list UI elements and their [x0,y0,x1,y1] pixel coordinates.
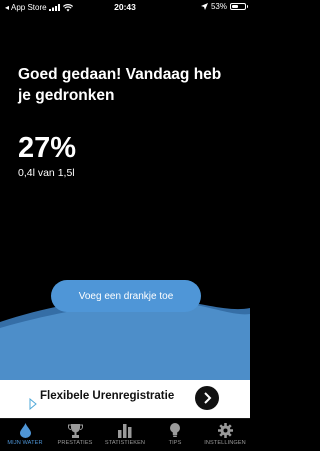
ad-arrow-button[interactable] [195,386,219,410]
chevron-right-icon [204,392,212,404]
tab-label: MIJN WATER [7,440,43,446]
status-right: 53% [200,2,248,11]
tab-label: TIPS [168,440,182,446]
add-drink-button[interactable]: Voeg een drankje toe [51,280,201,312]
tab-label: STATISTIEKEN [104,440,146,446]
ad-info-icon[interactable] [29,398,37,410]
status-bar: ◂ App Store 20:43 53% [0,0,250,14]
lightbulb-icon [170,423,180,437]
intake-amount: 0,4l van 1,5l [18,167,75,179]
tab-bar: MIJN WATER PRESTATIES STATISTIEKEN TIPS … [0,418,250,451]
battery-level [232,5,239,8]
tab-statistieken[interactable]: STATISTIEKEN [100,419,150,451]
battery-icon [230,3,248,10]
trophy-icon [67,424,83,438]
battery-percent: 53% [210,2,227,11]
water-drop-icon [19,423,31,438]
tab-prestaties[interactable]: PRESTATIES [50,419,100,451]
tab-label: INSTELLINGEN [204,440,246,446]
tab-tips[interactable]: TIPS [150,419,200,451]
bar-chart-icon [118,424,132,438]
location-icon [200,3,208,10]
tab-instellingen[interactable]: INSTELLINGEN [200,419,250,451]
intake-percent: 27% [18,132,77,164]
ad-text[interactable]: Flexibele Urenregistratie [40,390,174,402]
headline: Goed gedaan! Vandaag heb je gedronken [18,66,222,104]
tab-mijn-water[interactable]: MIJN WATER [0,419,50,451]
gear-icon [217,423,233,438]
tab-label: PRESTATIES [57,440,93,446]
